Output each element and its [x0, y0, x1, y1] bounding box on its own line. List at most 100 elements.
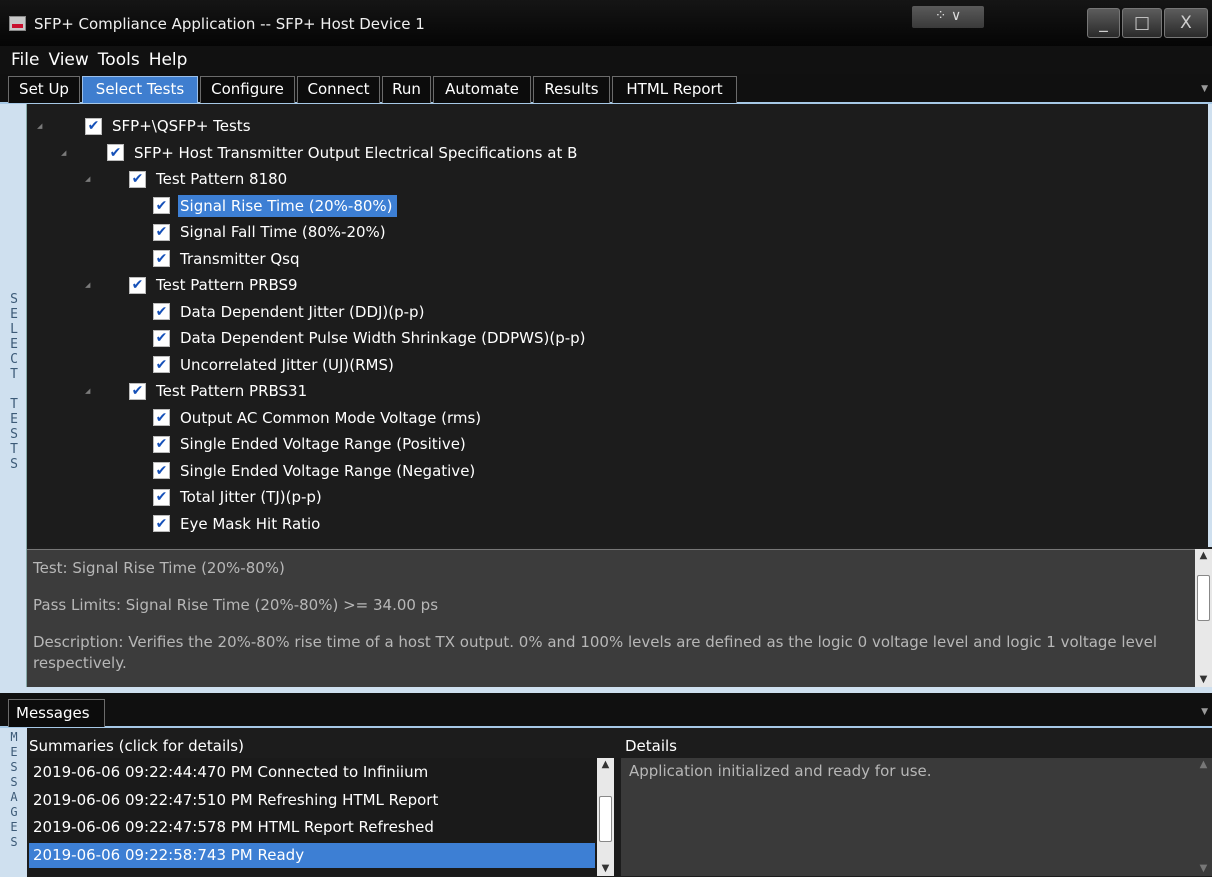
scroll-up-icon[interactable]: ▲: [597, 758, 614, 772]
summary-item[interactable]: 2019-06-06 09:22:44:470 PM Connected to …: [29, 760, 595, 785]
tree-item-label: Data Dependent Jitter (DDJ)(p-p): [180, 302, 425, 321]
tab-select-tests[interactable]: Select Tests: [82, 76, 198, 103]
test-checkbox[interactable]: ✔: [153, 197, 170, 214]
menu-tools[interactable]: Tools: [98, 46, 140, 70]
close-button[interactable]: X: [1164, 8, 1208, 38]
tree-item[interactable]: ◢ ✔ SFP+ Host Transmitter Output Electrica…: [61, 141, 581, 165]
test-tree: ◢ ✔ SFP+\QSFP+ Tests ◢ ✔ SFP+ Host Transmitte…: [27, 104, 1212, 547]
tree-item[interactable]: ◢ ✔ SFP+\QSFP+ Tests: [37, 114, 255, 138]
tree-item[interactable]: ✔ Transmitter Qsq: [153, 247, 304, 271]
scroll-down-icon[interactable]: ▼: [1195, 673, 1212, 687]
summaries-list: ▲ ▼ 2019-06-06 09:22:44:470 PM Connected…: [29, 758, 620, 876]
tree-item[interactable]: ◢ ✔ Test Pattern PRBS9: [85, 273, 302, 297]
menu-help[interactable]: Help: [149, 46, 188, 70]
tree-item[interactable]: ✔ Signal Fall Time (80%-20%): [153, 220, 390, 244]
details-box: Application initialized and ready for us…: [621, 758, 1212, 876]
tab-connect[interactable]: Connect: [297, 76, 380, 103]
description-pass-limits: Pass Limits: Signal Rise Time (20%-80%) …: [33, 596, 439, 614]
tree-item[interactable]: ✔ Uncorrelated Jitter (UJ)(RMS): [153, 353, 398, 377]
test-checkbox[interactable]: ✔: [85, 117, 102, 135]
tree-item[interactable]: ✔ Single Ended Voltage Range (Negative): [153, 459, 479, 483]
snap-layout-icon[interactable]: ⁘ ∨: [912, 6, 984, 28]
tree-expander-icon[interactable]: ◢: [85, 387, 90, 395]
tree-item-label: Data Dependent Pulse Width Shrinkage (DD…: [180, 329, 586, 347]
scrollbar-thumb[interactable]: [599, 796, 612, 842]
window-title: SFP+ Compliance Application -- SFP+ Host…: [34, 15, 425, 33]
summary-item[interactable]: 2019-06-06 09:22:47:578 PM HTML Report R…: [29, 815, 595, 840]
menu-bar: File View Tools Help: [0, 46, 1212, 74]
test-description-pane: Test: Signal Rise Time (20%-80%) Pass Li…: [27, 549, 1195, 687]
title-bar: SFP+ Compliance Application -- SFP+ Host…: [0, 0, 1212, 46]
test-checkbox[interactable]: ✔: [153, 329, 170, 347]
tree-item[interactable]: ✔ Total Jitter (TJ)(p-p): [153, 485, 326, 509]
maximize-button[interactable]: □: [1122, 8, 1162, 38]
details-scrollbar[interactable]: ▲ ▼: [1195, 758, 1212, 876]
test-checkbox[interactable]: ✔: [129, 382, 146, 400]
test-checkbox[interactable]: ✔: [153, 462, 170, 479]
summaries-header: Summaries (click for details): [29, 737, 244, 755]
tab-overflow-icon[interactable]: ▼: [1201, 84, 1208, 94]
menu-view[interactable]: View: [48, 46, 88, 70]
scroll-up-icon[interactable]: ▲: [1195, 758, 1212, 772]
test-checkbox[interactable]: ✔: [107, 144, 124, 161]
tree-expander-icon[interactable]: ◢: [37, 122, 42, 130]
scroll-down-icon[interactable]: ▼: [597, 862, 614, 876]
tree-item-label: Transmitter Qsq: [180, 249, 300, 268]
test-checkbox[interactable]: ✔: [153, 356, 170, 373]
test-checkbox[interactable]: ✔: [153, 515, 170, 532]
tab-results[interactable]: Results: [533, 76, 610, 103]
messages-side-strip: M E S S A G E S: [0, 728, 27, 877]
description-scrollbar[interactable]: ▲ ▼: [1195, 549, 1212, 687]
scroll-up-icon[interactable]: ▲: [1195, 549, 1212, 563]
messages-side-label: M E S S A G E S: [10, 730, 18, 849]
tree-item[interactable]: ✔ Output AC Common Mode Voltage (rms): [153, 406, 485, 430]
test-checkbox[interactable]: ✔: [153, 303, 170, 320]
tree-item-label: Output AC Common Mode Voltage (rms): [180, 408, 482, 427]
tree-item[interactable]: ✔ Eye Mask Hit Ratio: [153, 512, 324, 536]
tab-messages[interactable]: Messages: [8, 699, 105, 727]
summaries-scrollbar[interactable]: ▲ ▼: [597, 758, 614, 876]
scrollbar-thumb[interactable]: [1197, 575, 1210, 621]
tree-item[interactable]: ◢ ✔ Test Pattern 8180: [85, 167, 291, 191]
tree-item[interactable]: ✔ Data Dependent Pulse Width Shrinkage (D…: [153, 326, 590, 350]
tree-expander-icon[interactable]: ◢: [85, 281, 90, 289]
tab-html-report[interactable]: HTML Report: [612, 76, 737, 103]
summary-item[interactable]: 2019-06-06 09:22:47:510 PM Refreshing HT…: [29, 788, 595, 813]
messages-tab-bar: Messages ▼: [0, 693, 1212, 728]
minimize-button[interactable]: _: [1087, 8, 1120, 38]
tab-configure[interactable]: Configure: [200, 76, 295, 103]
test-checkbox[interactable]: ✔: [129, 276, 146, 294]
tree-item-label: Test Pattern PRBS9: [156, 276, 298, 294]
scroll-down-icon[interactable]: ▼: [1195, 862, 1212, 876]
tree-item[interactable]: ✔ Signal Rise Time (20%-80%): [153, 194, 397, 218]
messages-overflow-icon[interactable]: ▼: [1201, 707, 1208, 717]
tree-item-label: SFP+ Host Transmitter Output Electrical …: [134, 143, 578, 162]
tree-expander-icon[interactable]: ◢: [85, 175, 90, 183]
tree-item-label: Test Pattern PRBS31: [156, 382, 308, 400]
tree-item-label: Single Ended Voltage Range (Positive): [180, 435, 466, 453]
tree-item[interactable]: ✔ Data Dependent Jitter (DDJ)(p-p): [153, 300, 428, 324]
test-checkbox[interactable]: ✔: [153, 435, 170, 453]
test-checkbox[interactable]: ✔: [129, 170, 146, 188]
test-checkbox[interactable]: ✔: [153, 409, 170, 426]
main-tab-bar: Set Up Select Tests Configure Connect Ru…: [0, 74, 1212, 104]
tab-set-up[interactable]: Set Up: [8, 76, 80, 103]
tree-expander-icon[interactable]: ◢: [61, 149, 66, 157]
tree-item-label: Eye Mask Hit Ratio: [180, 514, 321, 533]
tree-item-label: Signal Rise Time (20%-80%): [178, 194, 397, 217]
select-tests-side-label: S E L E C T T E S T S: [10, 292, 18, 472]
details-text: Application initialized and ready for us…: [629, 762, 932, 780]
test-checkbox[interactable]: ✔: [153, 250, 170, 267]
select-tests-side-strip: S E L E C T T E S T S: [0, 104, 27, 690]
tab-run[interactable]: Run: [382, 76, 431, 103]
menu-file[interactable]: File: [11, 46, 39, 70]
tree-item[interactable]: ✔ Single Ended Voltage Range (Positive): [153, 432, 470, 456]
tree-item-label: Total Jitter (TJ)(p-p): [180, 488, 322, 506]
tab-automate[interactable]: Automate: [433, 76, 531, 103]
tree-item-label: Single Ended Voltage Range (Negative): [180, 461, 476, 480]
test-checkbox[interactable]: ✔: [153, 223, 170, 241]
tree-item-label: SFP+\QSFP+ Tests: [112, 117, 251, 135]
tree-item[interactable]: ◢ ✔ Test Pattern PRBS31: [85, 379, 311, 403]
test-checkbox[interactable]: ✔: [153, 488, 170, 506]
summary-item[interactable]: 2019-06-06 09:22:58:743 PM Ready: [29, 842, 595, 868]
